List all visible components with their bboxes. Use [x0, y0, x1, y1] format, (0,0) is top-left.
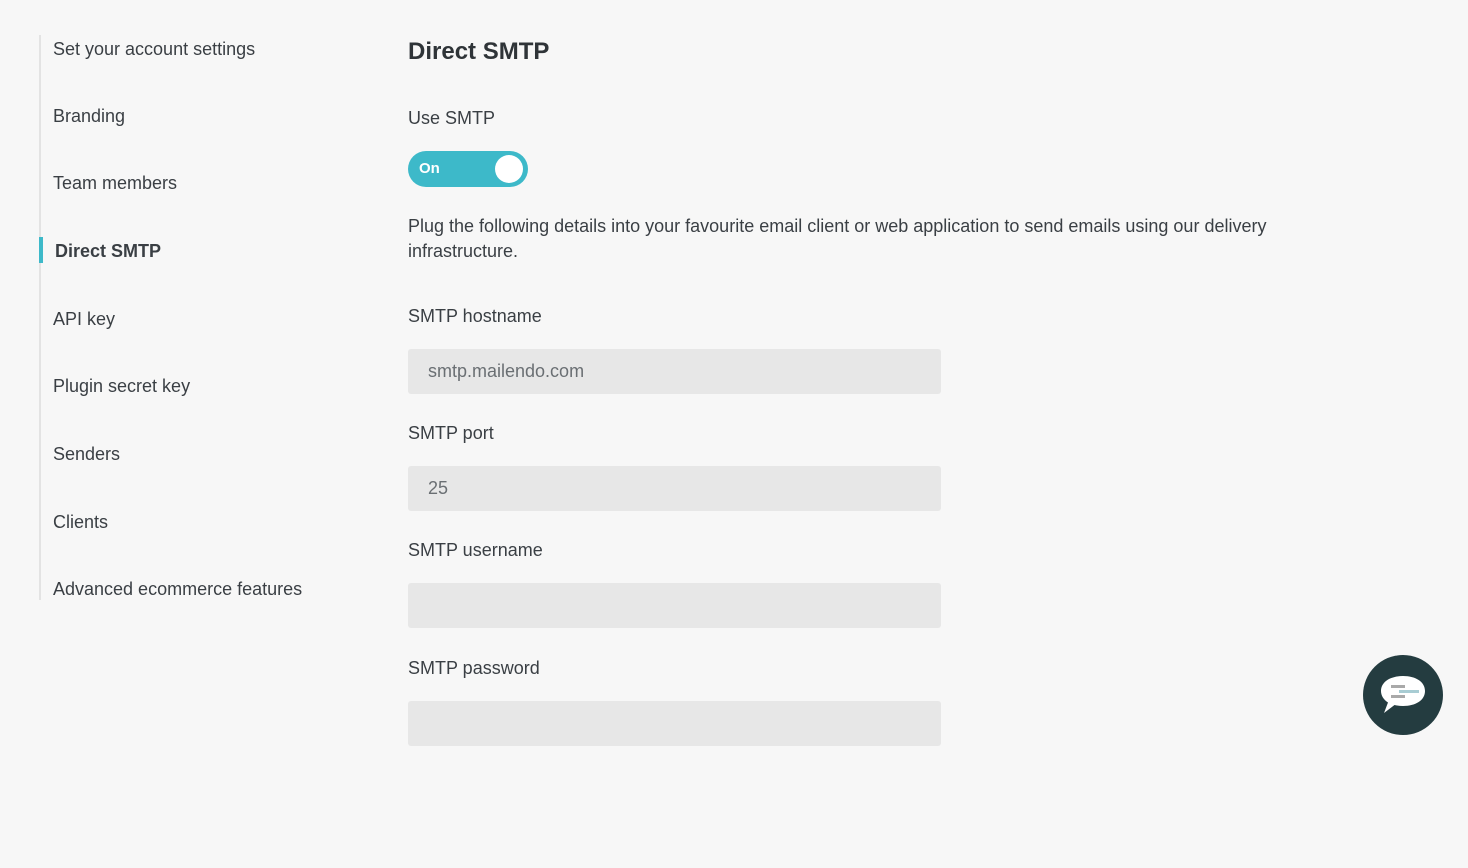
sidebar-item-clients[interactable]: Clients [53, 510, 108, 534]
sidebar-item-account-settings[interactable]: Set your account settings [53, 37, 255, 61]
chat-button[interactable] [1363, 655, 1443, 735]
sidebar-item-direct-smtp[interactable]: Direct SMTP [55, 239, 161, 263]
page-title: Direct SMTP [408, 38, 550, 65]
smtp-port-field[interactable] [408, 466, 941, 511]
sidebar-item-advanced-ecommerce[interactable]: Advanced ecommerce features [53, 577, 302, 601]
sidebar-item-team-members[interactable]: Team members [53, 171, 177, 195]
chat-bubble-icon [1381, 676, 1425, 713]
toggle-knob [495, 155, 523, 183]
settings-sidebar: Set your account settings Branding Team … [39, 35, 339, 600]
toggle-state-label: On [419, 160, 440, 177]
smtp-username-label: SMTP username [408, 540, 543, 560]
smtp-password-field[interactable] [408, 701, 941, 746]
smtp-password-label: SMTP password [408, 658, 540, 678]
smtp-username-field[interactable] [408, 583, 941, 628]
sidebar-item-senders[interactable]: Senders [53, 442, 120, 466]
smtp-hostname-label: SMTP hostname [408, 306, 542, 326]
smtp-port-label: SMTP port [408, 423, 494, 443]
smtp-hostname-field[interactable] [408, 349, 941, 394]
active-item-indicator [39, 237, 43, 263]
sidebar-item-branding[interactable]: Branding [53, 104, 125, 128]
smtp-description: Plug the following details into your fav… [408, 216, 1267, 261]
sidebar-item-plugin-secret-key[interactable]: Plugin secret key [53, 374, 190, 398]
use-smtp-label: Use SMTP [408, 108, 496, 128]
use-smtp-toggle[interactable]: On [408, 151, 528, 187]
sidebar-item-api-key[interactable]: API key [53, 307, 115, 331]
